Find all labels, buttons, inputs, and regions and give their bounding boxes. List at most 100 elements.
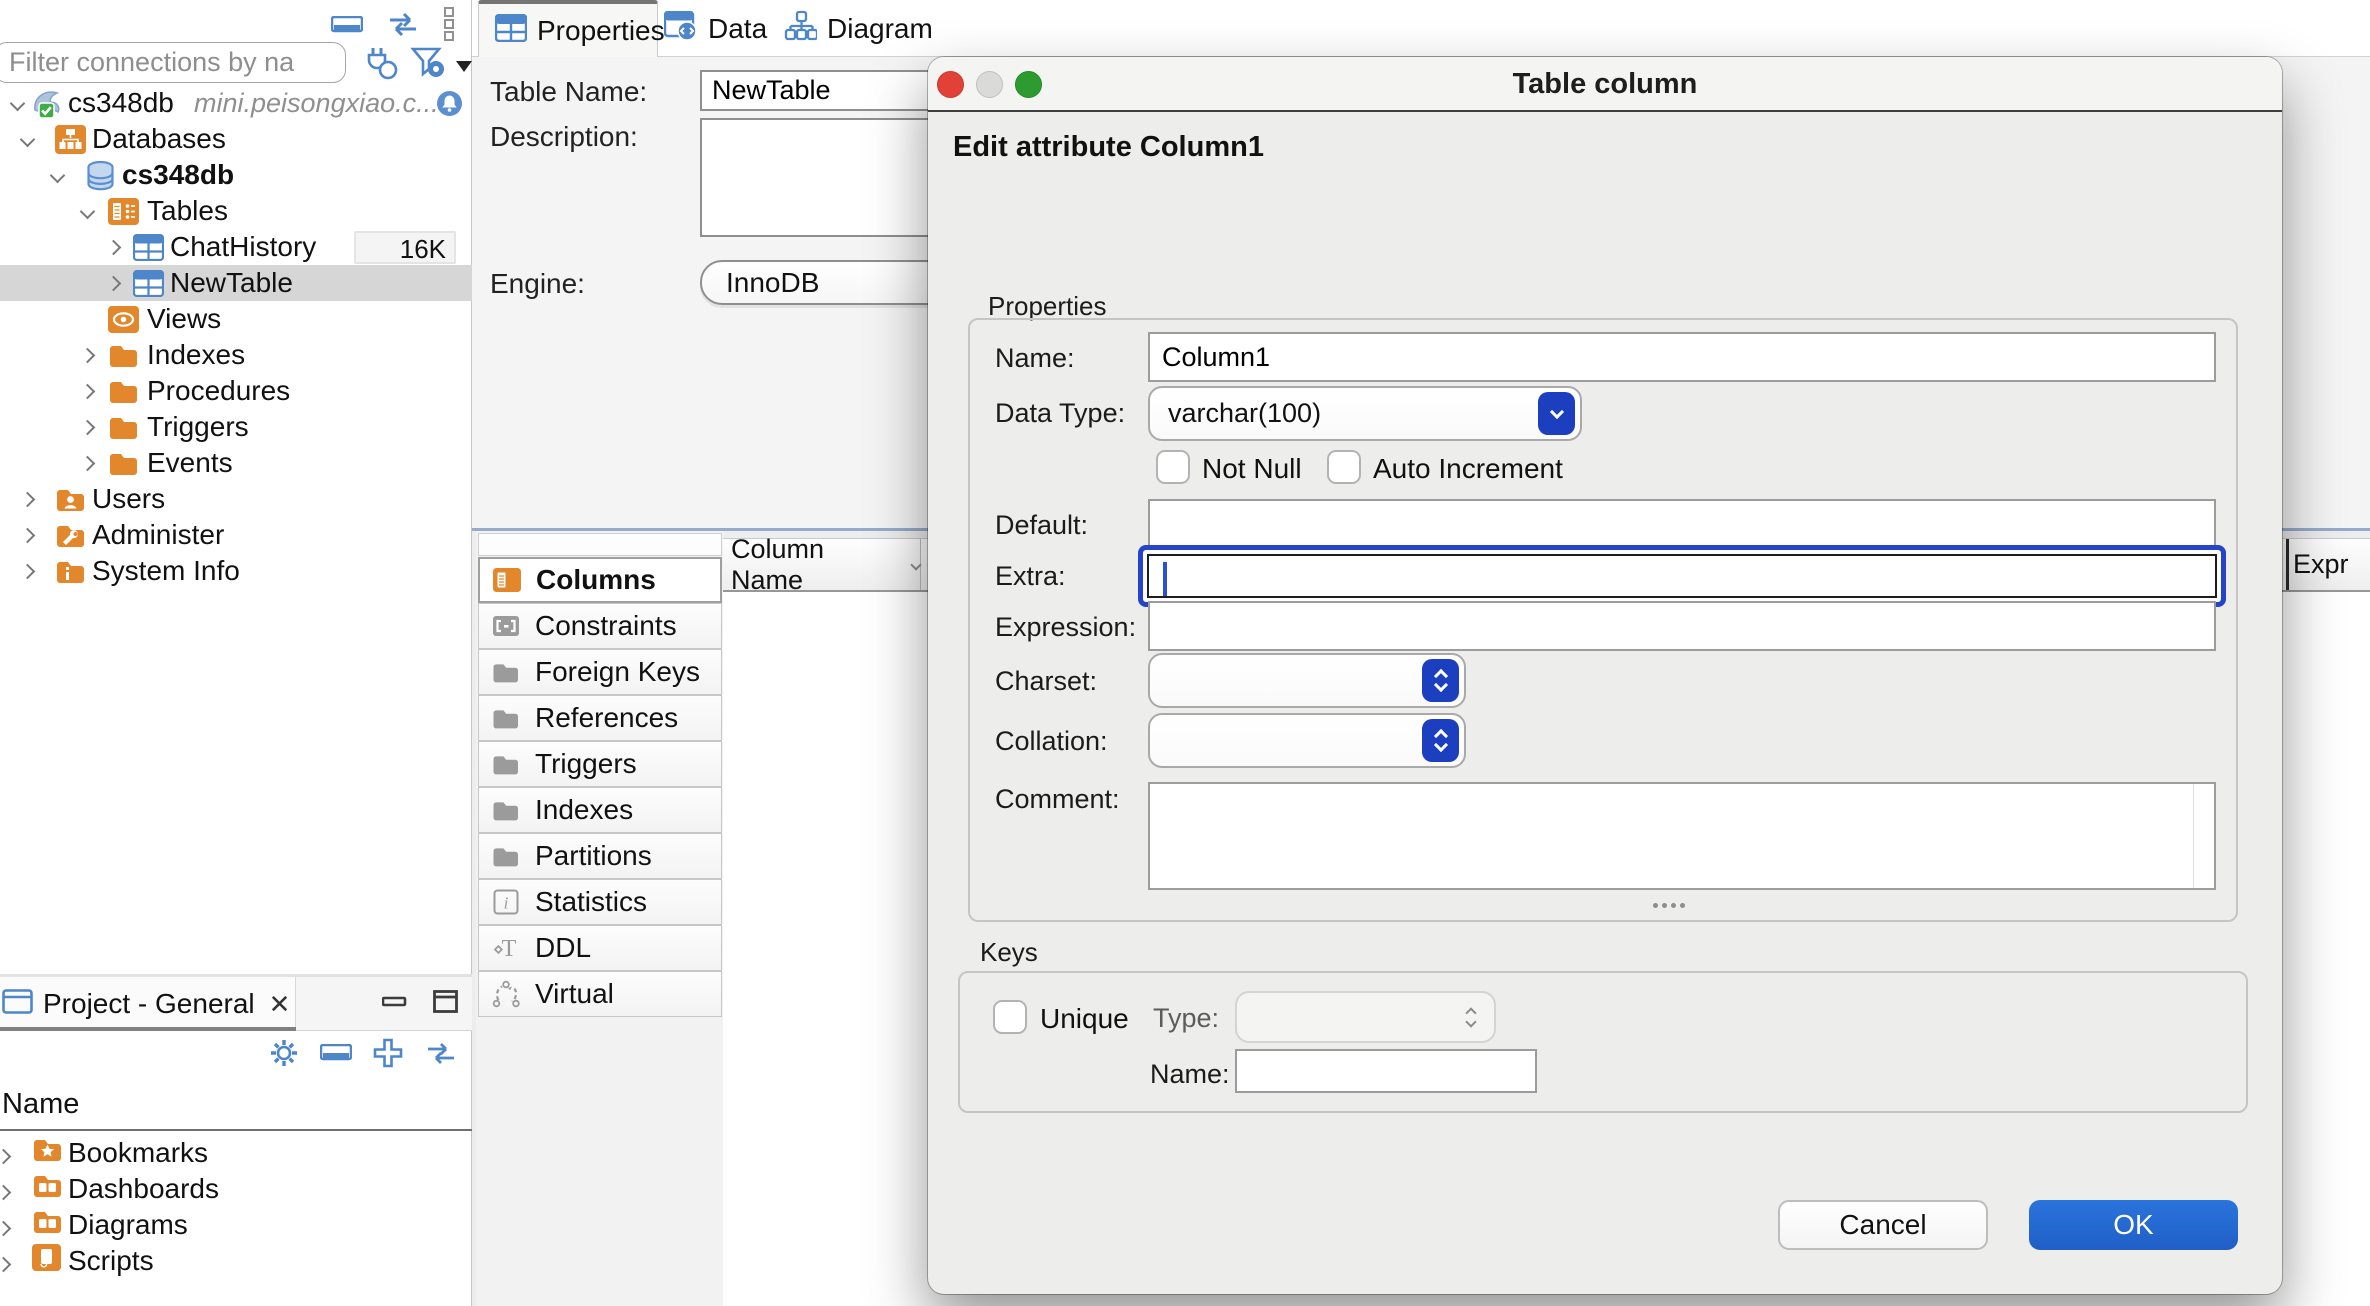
tree-item-newtable-selected[interactable]: NewTable	[0, 265, 472, 301]
data-type-dropdown-button[interactable]	[1538, 392, 1575, 435]
maximize-panel-icon[interactable]	[433, 990, 458, 1018]
sidetab-triggers[interactable]: Triggers	[478, 741, 722, 787]
chevron-right-icon[interactable]	[14, 486, 40, 512]
auto-increment-checkbox[interactable]	[1327, 450, 1361, 484]
chevron-down-icon[interactable]	[14, 126, 40, 152]
sidetab-partitions[interactable]: Partitions	[478, 833, 722, 879]
sync-connections-icon[interactable]	[385, 9, 421, 44]
not-null-label: Not Null	[1202, 453, 1302, 485]
collation-stepper-button[interactable]	[1422, 719, 1459, 762]
project-item-diagrams[interactable]: Diagrams	[0, 1207, 472, 1243]
connection-filter-icon[interactable]	[362, 44, 400, 85]
resize-handle-dots[interactable]	[1653, 903, 1658, 908]
sidetab-virtual[interactable]: Virtual	[478, 971, 722, 1017]
collapse-all-icon[interactable]	[320, 1044, 352, 1066]
settings-gear-icon[interactable]	[268, 1037, 300, 1074]
project-item-bookmarks[interactable]: Bookmarks	[0, 1135, 472, 1171]
tab-diagram[interactable]: Diagram	[784, 0, 933, 57]
tab-data[interactable]: Data	[664, 0, 767, 57]
chevron-right-icon[interactable]	[0, 1209, 9, 1241]
zoom-window-button[interactable]	[1015, 71, 1042, 98]
filter-dropdown-caret[interactable]	[456, 61, 472, 72]
column-name-input[interactable]	[1148, 332, 2216, 382]
expression-input[interactable]	[1148, 601, 2216, 651]
minimize-window-button[interactable]	[976, 71, 1003, 98]
chevron-right-icon[interactable]	[74, 414, 100, 440]
tree-item-administer[interactable]: Administer	[0, 517, 472, 553]
chevron-right-icon[interactable]	[100, 234, 126, 260]
sidetab-indexes[interactable]: Indexes	[478, 787, 722, 833]
tree-item-databases[interactable]: Databases	[0, 121, 472, 157]
project-item-scripts[interactable]: Scripts	[0, 1243, 472, 1279]
collation-select[interactable]	[1148, 713, 1466, 768]
key-type-select-disabled	[1235, 991, 1496, 1043]
tree-item-users[interactable]: Users	[0, 481, 472, 517]
default-input[interactable]	[1148, 499, 2216, 549]
editor-sidetabs: Columns Constraints Foreign Keys Referen…	[476, 531, 724, 1306]
chevron-down-icon[interactable]	[912, 561, 920, 569]
filter-connections-input[interactable]	[0, 42, 346, 83]
charset-select[interactable]	[1148, 653, 1466, 708]
diagrams-folder-icon	[32, 1208, 63, 1242]
tree-item-database-cs348db[interactable]: cs348db	[0, 157, 472, 193]
charset-label: Charset:	[995, 666, 1097, 697]
close-tab-icon[interactable]: ✕	[269, 989, 291, 1020]
column-name-header[interactable]: Column Name	[723, 539, 921, 590]
chevron-right-icon[interactable]	[74, 450, 100, 476]
refresh-icon[interactable]	[424, 1039, 458, 1072]
charset-stepper-button[interactable]	[1422, 659, 1459, 702]
extra-input-focused[interactable]	[1138, 545, 2226, 607]
cancel-button[interactable]: Cancel	[1778, 1200, 1988, 1250]
tree-item-chathistory[interactable]: ChatHistory 16K	[0, 229, 472, 265]
tree-item-indexes[interactable]: Indexes	[0, 337, 472, 373]
tree-item-procedures[interactable]: Procedures	[0, 373, 472, 409]
close-window-button[interactable]	[937, 71, 964, 98]
chevron-down-icon[interactable]	[44, 162, 70, 188]
sidetab-ddl[interactable]: T DDL	[478, 925, 722, 971]
chevron-right-icon[interactable]	[100, 270, 126, 296]
project-item-dashboards[interactable]: Dashboards	[0, 1171, 472, 1207]
collapse-panel-icon[interactable]	[331, 16, 363, 38]
minimize-panel-icon[interactable]	[382, 995, 407, 1013]
tree-item-tables[interactable]: Tables	[0, 193, 472, 229]
tab-properties[interactable]: Properties	[478, 0, 658, 57]
dialog-titlebar[interactable]: Table column	[928, 57, 2282, 112]
chevron-down-icon[interactable]	[74, 198, 100, 224]
tree-item-system-info[interactable]: System Info	[0, 553, 472, 589]
chevron-right-icon[interactable]	[14, 522, 40, 548]
comment-textarea[interactable]	[1148, 782, 2216, 890]
chevron-right-icon[interactable]	[0, 1245, 9, 1277]
column-options-icon[interactable]	[443, 6, 455, 47]
chevron-right-icon[interactable]	[0, 1137, 9, 1169]
sidetab-columns[interactable]: Columns	[478, 557, 722, 603]
chevron-right-icon[interactable]	[74, 342, 100, 368]
expression-column-header[interactable]: Expr	[2286, 539, 2370, 590]
folder-icon	[489, 707, 523, 730]
svg-text:i: i	[504, 894, 509, 913]
tree-item-events[interactable]: Events	[0, 445, 472, 481]
chevron-right-icon[interactable]	[0, 1173, 9, 1205]
sidetab-statistics[interactable]: i Statistics	[478, 879, 722, 925]
expression-label: Expression:	[995, 612, 1136, 643]
key-name-input[interactable]	[1235, 1049, 1537, 1093]
tab-project-general[interactable]: Project - General ✕	[0, 977, 296, 1031]
sidetab-foreign-keys[interactable]: Foreign Keys	[478, 649, 722, 695]
data-type-select[interactable]: varchar(100)	[1148, 386, 1582, 441]
tree-item-connection[interactable]: cs348db mini.peisongxiao.c...	[0, 85, 472, 121]
sidetab-references[interactable]: References	[478, 695, 722, 741]
unique-checkbox[interactable]	[993, 1000, 1027, 1034]
funnel-filter-icon[interactable]	[410, 44, 446, 85]
chevron-right-icon[interactable]	[74, 378, 100, 404]
diagram-icon	[784, 10, 817, 47]
editor-tabstrip: Properties Data Diagram	[472, 0, 2370, 57]
not-null-checkbox[interactable]	[1156, 450, 1190, 484]
tree-item-triggers[interactable]: Triggers	[0, 409, 472, 445]
tree-item-views[interactable]: Views	[0, 301, 472, 337]
sidetab-constraints[interactable]: Constraints	[478, 603, 722, 649]
chevron-down-icon[interactable]	[4, 90, 30, 116]
tables-icon	[108, 198, 139, 225]
app-window: cs348db mini.peisongxiao.c... Databases …	[0, 0, 2370, 1306]
chevron-right-icon[interactable]	[14, 558, 40, 584]
add-item-icon[interactable]	[372, 1037, 404, 1074]
ok-button[interactable]: OK	[2029, 1200, 2238, 1250]
